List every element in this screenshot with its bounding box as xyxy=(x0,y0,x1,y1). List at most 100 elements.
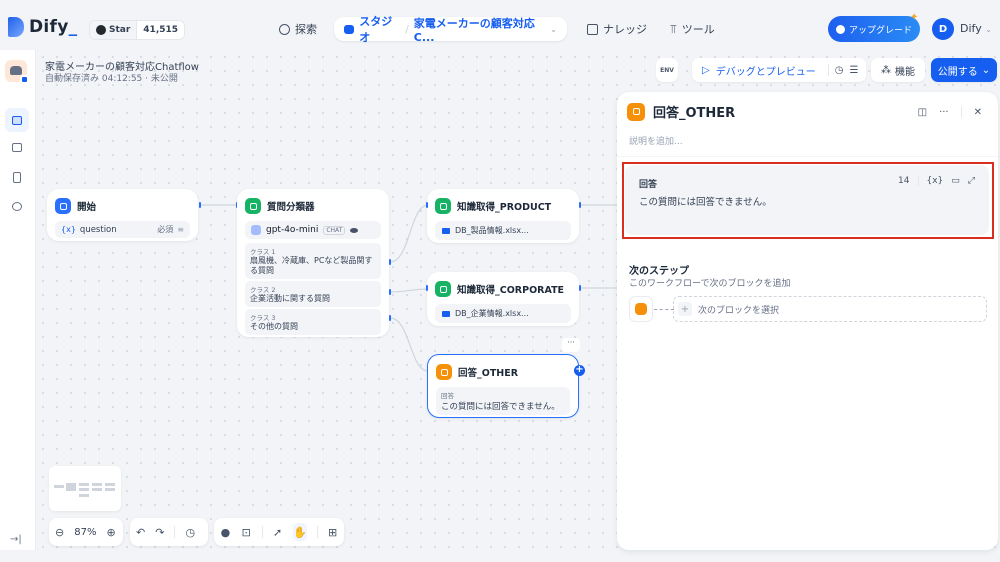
left-sidebar: →| xyxy=(0,50,36,550)
node-answer-other[interactable]: 回答_OTHER 回答 この質問には回答できません。 xyxy=(427,354,579,418)
add-next-node-button[interactable]: + xyxy=(574,365,585,376)
compass-icon xyxy=(279,23,290,35)
answer-icon xyxy=(436,364,452,380)
panel-title[interactable]: 回答_OTHER xyxy=(653,102,735,121)
sidebar-item-api[interactable] xyxy=(5,135,29,159)
node-output-handle[interactable] xyxy=(579,285,581,291)
description-input[interactable]: 説明を追加... xyxy=(629,134,683,147)
expand-sidebar-icon[interactable]: →| xyxy=(10,534,22,545)
node-more-button[interactable]: ··· xyxy=(562,338,580,352)
class-3-handle[interactable] xyxy=(389,315,391,321)
home-icon xyxy=(55,198,71,214)
node-output-handle[interactable] xyxy=(199,202,201,208)
nav-explore[interactable]: 探索 xyxy=(279,17,317,41)
next-step-subtitle: このワークフローで次のブロックを追加 xyxy=(629,279,791,289)
highlight-box xyxy=(622,162,994,239)
organize-blocks-icon[interactable]: ⊞ xyxy=(327,523,338,541)
class-item[interactable]: クラス 1 扇風機、冷蔵庫、PCなど製品関する質問 xyxy=(245,243,381,279)
sidebar-item-orchestrate[interactable] xyxy=(5,108,29,132)
undo-icon[interactable]: ↶ xyxy=(136,526,145,539)
chevron-down-icon[interactable]: ⌄ xyxy=(550,25,557,34)
workflow-icon xyxy=(12,115,22,125)
robot-icon xyxy=(344,24,355,34)
node-question-classifier[interactable]: 質問分類器 gpt-4o-mini CHAT クラス 1 扇風機、冷蔵庫、PCな… xyxy=(237,189,389,337)
history-controls: ↶ ↷ ◷ xyxy=(130,518,208,546)
gauge-icon xyxy=(12,201,22,211)
node-knowledge-product[interactable]: 知識取得_PRODUCT DB_製品情報.xlsx... xyxy=(427,189,579,243)
nav-tools[interactable]: ⫪ ツール xyxy=(670,17,715,41)
sidebar-item-monitoring[interactable] xyxy=(5,194,29,218)
user-menu[interactable]: Dify ⌄ xyxy=(960,22,992,35)
add-note-icon[interactable]: ⊡ xyxy=(241,523,252,541)
select-next-block-button[interactable]: + 次のブロックを選択 xyxy=(673,296,987,322)
node-knowledge-corporate[interactable]: 知識取得_CORPORATE DB_企業情報.xlsx... xyxy=(427,272,579,326)
current-app-selector[interactable]: 家電メーカーの顧客対応C... xyxy=(414,15,546,44)
debug-preview-button[interactable]: ▷ デバッグとプレビュー ◷ ☰ xyxy=(692,58,866,82)
eye-icon xyxy=(350,227,359,233)
dify-logo[interactable]: Dify_ xyxy=(8,17,77,37)
top-bar: Dify_ Star 41,515 探索 スタジオ / 家電メーカーの顧客対応C… xyxy=(0,0,1000,50)
more-options-icon[interactable]: ··· xyxy=(939,107,949,118)
model-selector[interactable]: gpt-4o-mini CHAT xyxy=(245,221,381,239)
sidebar-item-logs[interactable] xyxy=(5,165,29,189)
classifier-icon xyxy=(245,198,261,214)
save-status: 自動保存済み 04:12:55 · 未公開 xyxy=(45,74,178,84)
user-avatar[interactable]: D xyxy=(932,18,954,40)
node-input-handle[interactable] xyxy=(426,285,428,291)
terminal-icon xyxy=(12,142,22,152)
add-node-icon[interactable]: ● xyxy=(220,523,231,541)
class-2-handle[interactable] xyxy=(389,289,391,295)
history-icon[interactable]: ◷ xyxy=(835,65,844,76)
chatflow-badge-icon xyxy=(20,75,29,84)
github-star-button[interactable]: Star 41,515 xyxy=(89,20,186,40)
hand-icon[interactable]: ✋ xyxy=(292,523,307,541)
brand-name: Dify xyxy=(29,17,69,37)
features-button[interactable]: ⁂ 機能 xyxy=(871,58,925,82)
plus-icon: + xyxy=(678,302,692,316)
sparkle-icon: ✦ xyxy=(910,12,919,23)
zoom-out-icon[interactable]: ⊖ xyxy=(55,526,64,539)
github-star-label: Star xyxy=(109,25,131,35)
minimap[interactable] xyxy=(49,466,121,511)
start-variable[interactable]: {x} question 必須 ≡ xyxy=(55,221,190,238)
node-output-handle[interactable] xyxy=(579,202,581,208)
answer-icon xyxy=(627,102,645,121)
node-input-handle[interactable] xyxy=(426,202,428,208)
knowledge-icon xyxy=(435,198,451,214)
dify-logo-icon xyxy=(8,17,24,37)
redo-icon[interactable]: ↷ xyxy=(155,526,164,539)
dataset-name: DB_企業情報.xlsx... xyxy=(455,309,529,318)
current-node-chip xyxy=(629,296,653,322)
node-settings-panel: 回答_OTHER ◫ ··· ✕ 説明を追加... 回答 この質問には回答できま… xyxy=(617,92,998,550)
help-book-icon[interactable]: ◫ xyxy=(918,107,927,118)
env-button[interactable]: ENV xyxy=(656,58,678,82)
class-item[interactable]: クラス 3 その他の質問 xyxy=(245,309,381,335)
class-item[interactable]: クラス 2 企業活動に関する質問 xyxy=(245,281,381,307)
zoom-level[interactable]: 87% xyxy=(74,527,96,538)
upgrade-button[interactable]: アップグレード xyxy=(828,16,920,42)
document-icon xyxy=(13,171,21,183)
text-type-icon: ≡ xyxy=(177,225,184,234)
github-star-count: 41,515 xyxy=(136,21,185,39)
github-icon xyxy=(96,25,106,35)
publish-button[interactable]: 公開する ⌄ xyxy=(931,58,997,82)
hammer-icon: ⫪ xyxy=(670,21,677,36)
chevron-down-icon: ⌄ xyxy=(985,25,992,34)
folder-icon xyxy=(442,310,450,317)
zoom-in-icon[interactable]: ⊕ xyxy=(106,526,115,539)
checklist-icon[interactable]: ☰ xyxy=(849,65,858,76)
nav-studio[interactable]: スタジオ / 家電メーカーの顧客対応C... ⌄ xyxy=(334,15,567,44)
class-1-handle[interactable] xyxy=(389,259,391,265)
zoom-controls: ⊖ 87% ⊕ xyxy=(49,518,123,546)
book-icon xyxy=(587,23,598,35)
answer-icon xyxy=(635,303,647,315)
node-start[interactable]: 開始 {x} question 必須 ≡ xyxy=(47,189,198,241)
knowledge-icon xyxy=(435,281,451,297)
folder-icon xyxy=(442,227,450,234)
features-icon: ⁂ xyxy=(881,64,891,76)
pointer-icon[interactable]: ➚ xyxy=(272,523,283,541)
nav-knowledge[interactable]: ナレッジ xyxy=(587,17,647,41)
nav-studio-label: スタジオ xyxy=(359,15,393,44)
close-icon[interactable]: ✕ xyxy=(974,107,982,118)
version-history-icon[interactable]: ◷ xyxy=(185,526,195,539)
